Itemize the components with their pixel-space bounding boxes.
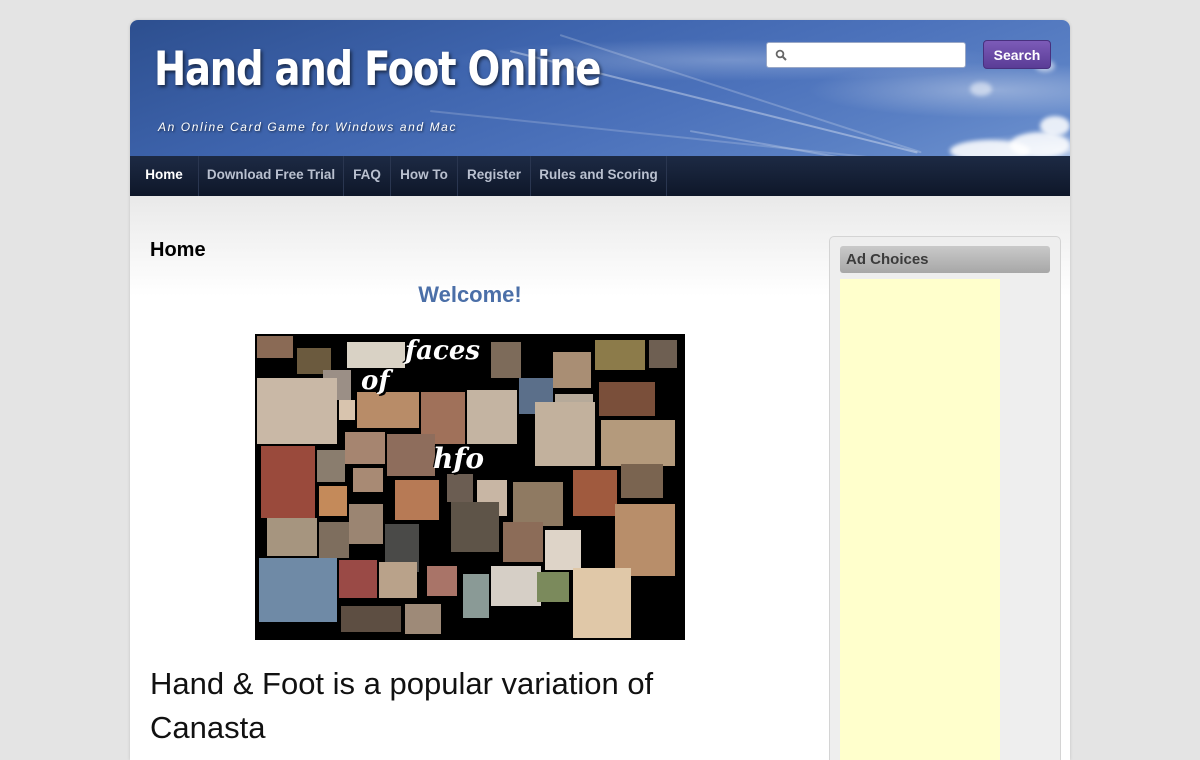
sidebar: Ad Choices: [829, 236, 1061, 760]
cloud: [1040, 116, 1070, 136]
main-nav: Home Download Free Trial FAQ How To Regi…: [130, 156, 1070, 196]
nav-item-register[interactable]: Register: [458, 156, 531, 196]
intro-text: Hand & Foot is a popular variation of Ca…: [150, 666, 654, 745]
faces-collage-image: faces of hfo: [255, 334, 685, 640]
page-title: Home: [150, 239, 206, 261]
nav-item-faq[interactable]: FAQ: [344, 156, 391, 196]
nav-item-download-free-trial[interactable]: Download Free Trial: [199, 156, 344, 196]
search-box[interactable]: [766, 42, 966, 68]
cloud: [1010, 132, 1070, 158]
search-input[interactable]: [791, 45, 965, 67]
page-container: Hand and Foot Online An Online Card Game…: [130, 20, 1070, 760]
collage-word-hfo: hfo: [433, 442, 485, 475]
site-tagline: An Online Card Game for Windows and Mac: [158, 120, 458, 134]
search-icon: [775, 49, 787, 61]
ad-choices-title: Ad Choices: [840, 246, 1050, 273]
nav-item-rules-and-scoring[interactable]: Rules and Scoring: [531, 156, 667, 196]
site-title[interactable]: Hand and Foot Online: [154, 42, 602, 97]
ad-placeholder[interactable]: [840, 279, 1000, 760]
site-header: Hand and Foot Online An Online Card Game…: [130, 20, 1070, 188]
collage-word-of: of: [361, 366, 390, 396]
nav-item-home[interactable]: Home: [130, 156, 199, 196]
search-button[interactable]: Search: [983, 40, 1051, 69]
cloud: [970, 82, 992, 96]
welcome-heading: Welcome!: [418, 282, 522, 307]
collage-word-faces: faces: [405, 336, 481, 366]
nav-item-how-to[interactable]: How To: [391, 156, 458, 196]
